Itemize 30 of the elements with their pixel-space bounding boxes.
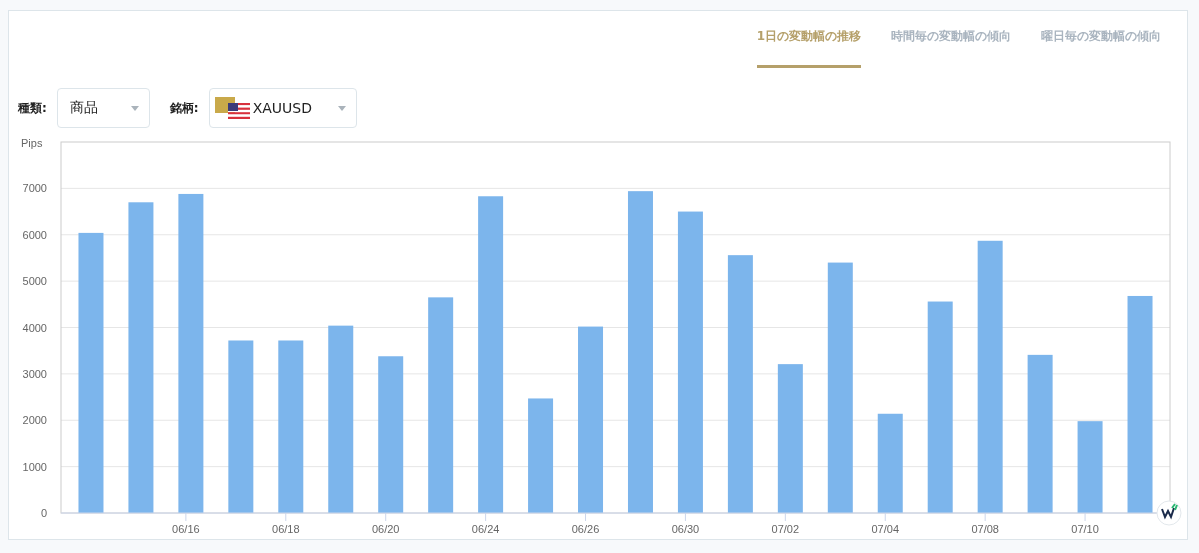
caret-icon xyxy=(130,105,139,111)
axis-tick-label: 2000 xyxy=(22,414,47,427)
axis-tick-label: 06/16 xyxy=(172,523,200,535)
tab[interactable]: 曜日毎の変動幅の傾向 xyxy=(1041,28,1161,68)
caret-icon xyxy=(337,105,346,111)
widget-icon[interactable] xyxy=(1156,500,1182,526)
axis-tick-label: 1000 xyxy=(22,460,47,473)
axis-title: Pips xyxy=(21,137,43,149)
axis-tick-label: 6000 xyxy=(22,228,47,241)
axis-tick-label: 07/08 xyxy=(971,523,999,535)
axis-tick-label: 06/18 xyxy=(272,523,300,535)
tab[interactable]: 1日の変動幅の推移 xyxy=(756,28,861,68)
axis-tick-label: 4000 xyxy=(22,321,47,334)
axis-tick-label: 07/02 xyxy=(771,523,800,535)
axis-tick-label: 5000 xyxy=(22,275,47,288)
axis-tick-label: 06/26 xyxy=(571,523,600,535)
filter-label: 銘柄: xyxy=(169,99,199,117)
axis-tick-label: 06/24 xyxy=(471,523,500,535)
axis-tick-label: 0 xyxy=(40,507,47,519)
flag-icon xyxy=(214,97,251,119)
axis-tick-label: 07/10 xyxy=(1071,523,1099,535)
axis-tick-label: 7000 xyxy=(22,182,47,195)
axis-tick-label: 07/04 xyxy=(871,523,899,535)
dropdown[interactable]: 商品 xyxy=(56,88,150,128)
axis-tick-label: 06/20 xyxy=(371,523,400,535)
filter-label: 種類: xyxy=(18,99,47,117)
axis-tick-label: 3000 xyxy=(22,367,47,380)
dropdown[interactable]: XAUUSD xyxy=(208,88,357,128)
axis-tick-label: 06/30 xyxy=(671,523,700,535)
tab[interactable]: 時間毎の変動幅の傾向 xyxy=(891,28,1011,68)
